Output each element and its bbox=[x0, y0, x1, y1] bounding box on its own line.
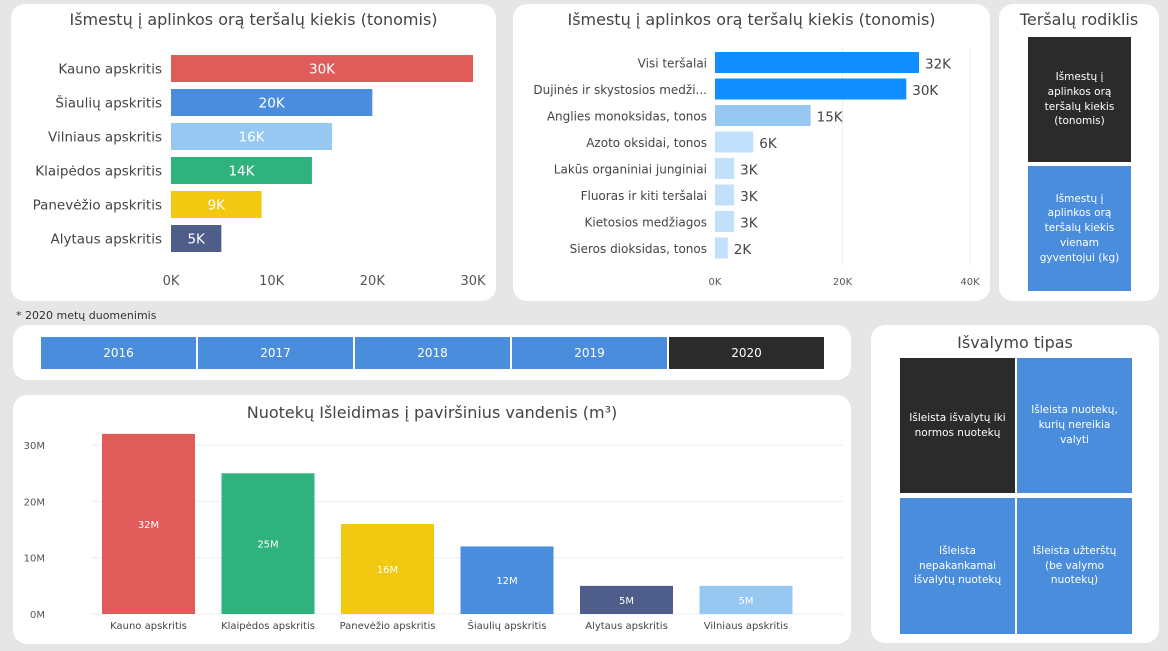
cleaning-option-polluted[interactable]: Išleista užterštų (be valymo nuotekų) bbox=[1017, 498, 1132, 634]
bar[interactable] bbox=[715, 158, 735, 179]
data-label: 5K bbox=[187, 232, 206, 248]
category-label: Anglies monoksidas, tonos bbox=[547, 110, 707, 124]
bar[interactable] bbox=[715, 211, 735, 232]
category-label: Sieros dioksidas, tonos bbox=[570, 242, 707, 256]
data-label: 5M bbox=[619, 596, 634, 607]
indicator-option-per-capita-label: Išmestų į aplinkos orą teršalų kiekis vi… bbox=[1039, 192, 1120, 264]
year-option-2020[interactable]: 2020 bbox=[669, 337, 824, 369]
category-label: Kietosios medžiagos bbox=[584, 216, 707, 230]
data-label: 5M bbox=[739, 596, 754, 607]
year-option-2019[interactable]: 2019 bbox=[512, 337, 667, 369]
year-slicer: 2016 2017 2018 2019 2020 bbox=[41, 337, 824, 369]
data-label: 3K bbox=[740, 163, 759, 179]
y-tick-label: 30M bbox=[24, 441, 45, 452]
data-label: 16K bbox=[239, 130, 266, 146]
data-label: 3K bbox=[740, 216, 759, 232]
cleaning-option-treated-label: Išleista išvalytų iki normos nuotekų bbox=[909, 411, 1006, 439]
data-label: 2K bbox=[734, 242, 753, 258]
category-label: Klaipėdos apskritis bbox=[221, 621, 315, 632]
bar[interactable] bbox=[715, 184, 735, 206]
data-label: 3K bbox=[740, 189, 759, 205]
category-label: Alytaus apskritis bbox=[51, 232, 163, 248]
data-label: 14K bbox=[228, 164, 255, 180]
category-label: Lakūs organiniai junginiai bbox=[554, 163, 707, 177]
data-label: 6K bbox=[759, 136, 778, 152]
cleaning-option-polluted-label: Išleista užterštų (be valymo nuotekų) bbox=[1032, 544, 1117, 587]
category-label: Dujinės ir skystosios medži... bbox=[533, 83, 707, 97]
category-label: Panevėžio apskritis bbox=[340, 620, 436, 632]
y-tick-label: 0M bbox=[30, 610, 45, 621]
year-option-2017[interactable]: 2017 bbox=[198, 337, 353, 369]
bar[interactable] bbox=[715, 131, 754, 153]
cleaning-type-card: Išvalymo tipas Išleista išvalytų iki nor… bbox=[871, 325, 1159, 643]
data-label: 16M bbox=[377, 565, 398, 576]
indicator-title: Teršalų rodiklis bbox=[1019, 10, 1139, 29]
bar[interactable] bbox=[715, 105, 811, 126]
data-label: 9K bbox=[208, 198, 227, 214]
region-emissions-card: Išmestų į aplinkos orą teršalų kiekis (t… bbox=[11, 4, 496, 301]
x-tick-label: 0K bbox=[163, 274, 180, 289]
category-label: Vilniaus apskritis bbox=[704, 621, 788, 632]
pollutant-emissions-chart: 0K 20K 40K Visi teršalai 32K Dujinės ir skyst… bbox=[533, 48, 980, 288]
y-tick-label: 20M bbox=[24, 497, 45, 508]
indicator-option-tons-label: Išmestų į aplinkos orą teršalų kiekis (t… bbox=[1044, 71, 1115, 128]
category-label: Vilniaus apskritis bbox=[48, 130, 162, 146]
cleaning-type-title: Išvalymo tipas bbox=[957, 333, 1073, 352]
data-label: 30K bbox=[309, 62, 336, 78]
x-tick-label: 30K bbox=[460, 274, 486, 289]
category-label: Visi teršalai bbox=[638, 57, 707, 71]
x-tick-label: 20K bbox=[360, 274, 386, 289]
cleaning-option-insufficient-label: Išleista nepakankamai išvalytų nuotekų bbox=[913, 544, 1002, 587]
region-emissions-chart: 0K 10K 20K 30K Kauno apskritis 30K Šiaulių aps… bbox=[33, 55, 486, 289]
data-label: 32M bbox=[138, 520, 159, 531]
cleaning-option-treated[interactable]: Išleista išvalytų iki normos nuotekų bbox=[900, 358, 1015, 493]
bar[interactable] bbox=[715, 237, 728, 259]
category-label: Alytaus apskritis bbox=[585, 621, 668, 632]
category-label: Kauno apskritis bbox=[110, 621, 187, 632]
data-label: 15K bbox=[817, 110, 844, 126]
x-tick-label: 20K bbox=[833, 277, 853, 288]
category-label: Kauno apskritis bbox=[58, 62, 162, 78]
wastewater-chart: 0M 10M 20M 30M 32M Kauno apskritis 25M Klaipėdo… bbox=[24, 433, 843, 632]
category-label: Šiaulių apskritis bbox=[55, 94, 162, 112]
category-label: Azoto oksidai, tonos bbox=[586, 136, 707, 150]
footnote: * 2020 metų duomenimis bbox=[16, 309, 157, 322]
data-label: 32K bbox=[925, 57, 952, 73]
wastewater-card: Nuotekų Išleidimas į paviršinius vandeni… bbox=[13, 395, 851, 644]
data-label: 12M bbox=[496, 576, 517, 587]
bar[interactable] bbox=[715, 52, 919, 73]
data-label: 25M bbox=[257, 540, 278, 551]
year-option-2016[interactable]: 2016 bbox=[41, 337, 196, 369]
category-label: Panevėžio apskritis bbox=[33, 198, 162, 214]
bar[interactable] bbox=[715, 78, 907, 100]
category-label: Klaipėdos apskritis bbox=[35, 164, 162, 180]
data-label: 20K bbox=[259, 96, 286, 112]
category-label: Šiaulių apskritis bbox=[468, 619, 547, 632]
pollutant-emissions-card: Išmestų į aplinkos orą teršalų kiekis (t… bbox=[513, 4, 990, 301]
indicator-card: Teršalų rodiklis Išmestų į aplinkos orą … bbox=[999, 4, 1159, 301]
x-tick-label: 10K bbox=[259, 274, 285, 289]
cleaning-option-no-treatment-needed[interactable]: Išleista nuotekų, kurių nereikia valyti bbox=[1017, 358, 1132, 493]
year-slicer-card: 2016 2017 2018 2019 2020 bbox=[13, 325, 851, 380]
cleaning-option-insufficient[interactable]: Išleista nepakankamai išvalytų nuotekų bbox=[900, 498, 1015, 634]
year-option-2018[interactable]: 2018 bbox=[355, 337, 510, 369]
x-tick-label: 0K bbox=[709, 277, 722, 288]
indicator-option-tons[interactable]: Išmestų į aplinkos orą teršalų kiekis (t… bbox=[1028, 37, 1131, 162]
x-tick-label: 40K bbox=[960, 277, 980, 288]
category-label: Fluoras ir kiti teršalai bbox=[581, 189, 707, 203]
data-label: 30K bbox=[912, 83, 939, 99]
indicator-option-per-capita[interactable]: Išmestų į aplinkos orą teršalų kiekis vi… bbox=[1028, 166, 1131, 291]
cleaning-option-no-treatment-needed-label: Išleista nuotekų, kurių nereikia valyti bbox=[1031, 404, 1118, 446]
y-tick-label: 10M bbox=[24, 554, 45, 565]
